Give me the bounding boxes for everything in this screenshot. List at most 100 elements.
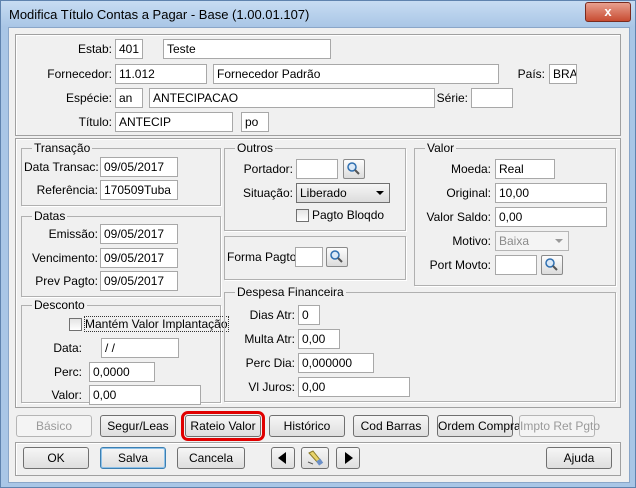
situacao-select[interactable]: Liberado [296,183,390,203]
vencimento-label: Vencimento: [31,251,98,265]
forma-pagto-label: Forma Pagto: [227,250,300,264]
desconto-data-input[interactable]: / / [101,338,179,358]
title-bar: Modifica Título Contas a Pagar - Base (1… [1,1,635,27]
transacao-group: Transação Data Transac: 09/05/2017 Refer… [21,141,221,206]
original-input[interactable]: 10,00 [495,183,607,203]
titulo-input[interactable]: ANTECIP [115,112,233,132]
desconto-legend: Desconto [32,298,87,312]
vencimento-input[interactable]: 09/05/2017 [100,248,178,268]
especie-label: Espécie: [65,91,112,105]
close-button[interactable]: x [585,2,631,22]
historico-button[interactable]: Histórico [269,415,345,437]
header-panel: Estab: 401 Teste Fornecedor: 11.012 Forn… [15,34,621,136]
port-movto-label: Port Movto: [429,258,491,272]
rateio-valor-button[interactable]: Rateio Valor [181,411,265,441]
situacao-value: Liberado [300,186,347,200]
outros-group: Outros Portador: Situação: Liberado Pagt… [224,141,406,231]
mantem-valor-checkbox[interactable] [69,318,82,331]
portador-label: Portador: [243,162,293,176]
ok-button[interactable]: OK [23,447,89,469]
moeda-field: Real [495,159,555,179]
flashlight-icon [307,450,324,466]
arrow-left-icon [278,452,286,464]
vl-juros-input[interactable]: 0,00 [298,377,410,397]
multa-atr-input[interactable]: 0,00 [298,329,340,349]
valor-group: Valor Moeda: Real Original: 10,00 Valor … [414,141,616,286]
pais-label: País: [517,67,545,81]
magnifier-icon [330,250,343,263]
portador-input[interactable] [296,159,338,179]
chevron-down-icon [376,191,384,195]
salva-button[interactable]: Salva [100,447,166,469]
close-icon: x [604,4,612,19]
pagto-bloqdo-checkbox[interactable] [296,209,309,222]
motivo-value: Baixa [499,234,530,248]
outros-legend: Outros [235,141,276,155]
arrow-right-icon [345,452,353,464]
desconto-valor-label: Valor: [51,388,82,402]
fornecedor-label: Fornecedor: [47,67,112,81]
dias-atr-label: Dias Atr: [249,308,295,322]
referencia-input[interactable]: 170509Tuba [100,180,178,200]
cancela-button[interactable]: Cancela [177,447,245,469]
datas-legend: Datas [32,209,68,223]
port-movto-lookup-button[interactable] [541,255,563,275]
perc-dia-input[interactable]: 0,000000 [298,353,374,373]
dialog-body: Estab: 401 Teste Fornecedor: 11.012 Forn… [8,27,630,483]
desconto-perc-input[interactable]: 0,0000 [89,362,155,382]
dias-atr-input[interactable]: 0 [298,305,320,325]
cod-barras-button[interactable]: Cod Barras [353,415,429,437]
desconto-valor-input[interactable]: 0,00 [89,385,201,405]
ordem-compra-button[interactable]: Ordem Compra [437,415,521,437]
ajuda-button[interactable]: Ajuda [546,447,612,469]
data-transac-input[interactable]: 09/05/2017 [100,157,178,177]
especie-code-input[interactable]: an [115,88,143,108]
forma-pagto-lookup-button[interactable] [326,247,348,267]
prev-pagto-label: Prev Pagto: [35,274,98,288]
especie-name-field: ANTECIPACAO [149,88,435,108]
transacao-legend: Transação [32,141,93,155]
next-record-button[interactable] [336,447,360,469]
previous-record-button[interactable] [271,447,295,469]
impto-ret-pgto-button: Impto Ret Pgto [519,415,600,437]
valor-saldo-field: 0,00 [495,207,607,227]
datas-group: Datas Emissão: 09/05/2017 Vencimento: 09… [21,209,221,297]
moeda-label: Moeda: [450,162,491,176]
serie-input[interactable] [471,88,513,108]
emissao-label: Emissão: [48,227,98,241]
portador-lookup-button[interactable] [343,159,365,179]
valor-legend: Valor [425,141,457,155]
serie-label: Série: [436,91,468,105]
motivo-select: Baixa [495,231,569,251]
fornecedor-name-field: Fornecedor Padrão [213,64,499,84]
basico-button: Básico [16,415,92,437]
despesa-legend: Despesa Financeira [235,285,346,299]
despesa-group: Despesa Financeira Dias Atr: 0 Multa Atr… [224,285,616,402]
vl-juros-label: Vl Juros: [248,380,295,394]
main-panel: Transação Data Transac: 09/05/2017 Refer… [15,138,621,408]
goto-record-button[interactable] [301,447,329,469]
action-bar: OK Salva Cancela Ajuda [15,442,621,476]
port-movto-input[interactable] [495,255,537,275]
magnifier-icon [347,162,360,175]
dialog-window: Modifica Título Contas a Pagar - Base (1… [0,0,636,488]
situacao-label: Situação: [242,186,293,200]
prev-pagto-input[interactable]: 09/05/2017 [100,271,178,291]
estab-code-input[interactable]: 401 [115,39,143,59]
magnifier-icon [545,258,558,271]
forma-pagto-group: Forma Pagto: [224,236,406,280]
window-title: Modifica Título Contas a Pagar - Base (1… [9,7,310,22]
estab-label: Estab: [77,42,112,56]
parcela-input[interactable]: po [241,112,269,132]
data-transac-label: Data Transac: [24,160,99,174]
chevron-down-icon [555,239,563,243]
desconto-group: Desconto Mantém Valor Implantação Data: … [21,298,229,405]
fornecedor-code-input[interactable]: 11.012 [115,64,207,84]
emissao-input[interactable]: 09/05/2017 [100,224,178,244]
perc-dia-label: Perc Dia: [245,356,295,370]
forma-pagto-input[interactable] [295,247,323,267]
multa-atr-label: Multa Atr: [244,332,295,346]
referencia-label: Referência: [36,183,98,197]
mantem-valor-label[interactable]: Mantém Valor Implantação [84,316,229,332]
segur-leas-button[interactable]: Segur/Leas [100,415,176,437]
